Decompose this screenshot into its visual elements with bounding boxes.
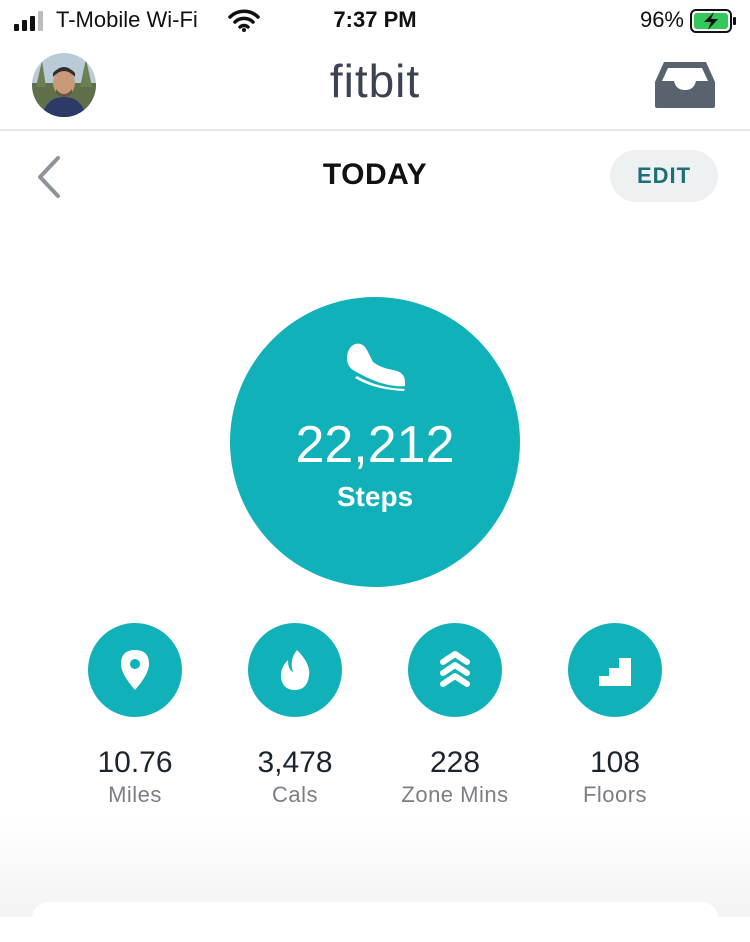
stat-value: 108 (589, 746, 641, 779)
shoe-icon (347, 343, 405, 391)
stat-value: 10.76 (97, 746, 173, 779)
stat-cals[interactable]: 3,478 Cals (215, 623, 375, 808)
battery-charging-icon (690, 9, 736, 33)
status-bar: T-Mobile Wi-Fi 7:37 PM 96% (0, 0, 750, 42)
fitbit-logo: fitbit (329, 55, 421, 107)
battery-percent: 96% (639, 7, 684, 32)
stat-value: 228 (429, 746, 481, 779)
stat-cals-circle (248, 623, 342, 717)
stat-miles[interactable]: 10.76 Miles (55, 623, 215, 808)
stat-label: Cals (271, 782, 318, 807)
location-pin-icon (121, 650, 149, 690)
stat-label: Floors (582, 782, 648, 807)
edit-button[interactable]: EDIT (610, 150, 718, 202)
chevrons-up-icon (440, 651, 470, 687)
stat-zone-mins[interactable]: 228 Zone Mins (375, 623, 535, 808)
stat-label: Miles (108, 782, 162, 807)
stat-label: Zone Mins (401, 782, 509, 807)
stat-zone-mins-circle (408, 623, 502, 717)
steps-label: Steps (336, 481, 414, 512)
stat-value: 3,478 (257, 746, 333, 779)
stairs-icon (599, 658, 631, 686)
flame-icon (280, 650, 310, 690)
steps-value: 22,212 (295, 416, 455, 474)
steps-tile[interactable]: 22,212 Steps (230, 297, 520, 587)
next-card[interactable] (32, 902, 718, 942)
app-header: fitbit (0, 42, 750, 131)
stat-floors[interactable]: 108 Floors (535, 623, 695, 808)
inbox-icon[interactable] (654, 60, 716, 110)
stat-floors-circle (568, 623, 662, 717)
stat-miles-circle (88, 623, 182, 717)
status-time: 7:37 PM (333, 7, 417, 32)
